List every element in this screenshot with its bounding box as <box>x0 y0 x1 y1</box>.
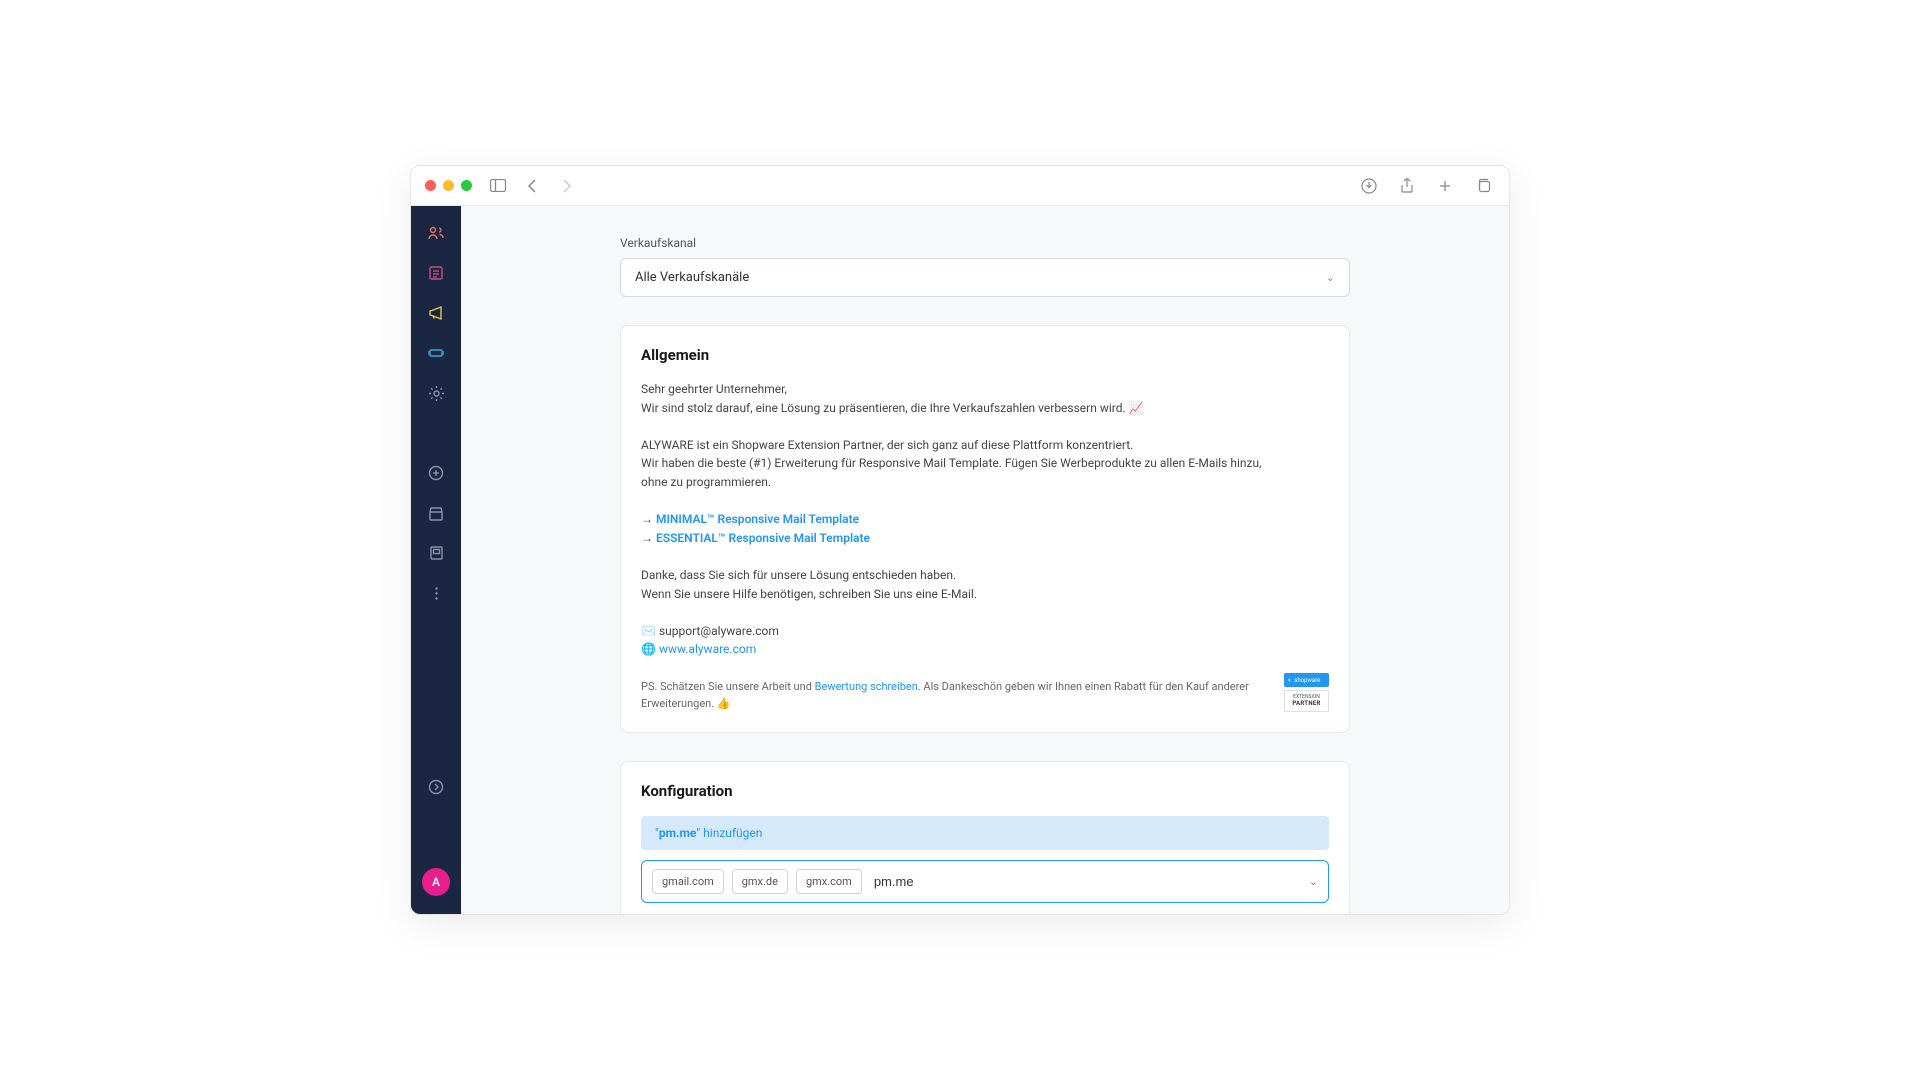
domain-tag[interactable]: gmx.de <box>732 869 788 894</box>
para2-text: Wir haben die beste (#1) Erweiterung für… <box>641 454 1264 491</box>
thanks2-text: Wenn Sie unsere Hilfe benötigen, schreib… <box>641 585 1264 604</box>
para1-text: ALYWARE ist ein Shopware Extension Partn… <box>641 436 1264 455</box>
sales-channel-label: Verkaufskanal <box>620 236 1350 250</box>
chevron-down-icon: ⌄ <box>1326 271 1335 284</box>
sales-channel-value: Alle Verkaufskanäle <box>635 270 749 285</box>
intro-text: Wir sind stolz darauf, eine Lösung zu pr… <box>641 399 1264 418</box>
general-heading: Allgemein <box>641 346 1329 364</box>
minimize-window-button[interactable] <box>443 180 454 191</box>
traffic-lights <box>425 180 472 191</box>
customers-icon[interactable] <box>427 224 445 242</box>
ps-text: PS. Schätzen Sie unsere Arbeit und Bewer… <box>641 678 1264 712</box>
support-email: support@alyware.com <box>659 624 779 638</box>
mail-icon: ✉️ <box>641 624 656 638</box>
config-heading: Konfiguration <box>641 782 1329 800</box>
content-area: Verkaufskanal Alle Verkaufskanäle ⌄ Allg… <box>461 206 1509 914</box>
shopware-badge-top: ◐shopware <box>1284 673 1329 687</box>
greeting-text: Sehr geehrter Unternehmer, <box>641 380 1264 399</box>
chevron-down-icon: ⌄ <box>1309 875 1318 888</box>
thanks1-text: Danke, dass Sie sich für unsere Lösung e… <box>641 566 1264 585</box>
domain-tag[interactable]: gmx.com <box>796 869 862 894</box>
titlebar <box>411 166 1509 206</box>
app-window: A Verkaufskanal Alle Verkaufskanäle ⌄ Al… <box>410 165 1510 915</box>
download-icon[interactable] <box>1357 174 1381 198</box>
partner-badge: ◐shopware EXTENSIONPARTNER <box>1284 673 1329 711</box>
review-link[interactable]: Bewertung schreiben <box>815 680 918 693</box>
shop-icon[interactable] <box>427 504 445 522</box>
back-button[interactable] <box>520 174 544 198</box>
tabs-icon[interactable] <box>1471 174 1495 198</box>
shopware-badge-bottom: EXTENSIONPARTNER <box>1284 690 1329 711</box>
close-window-button[interactable] <box>425 180 436 191</box>
marketing-icon[interactable] <box>427 304 445 322</box>
sidebar: A <box>411 206 461 914</box>
minimal-template-link[interactable]: MINIMAL™ Responsive Mail Template <box>656 512 859 526</box>
config-card: Konfiguration "pm.me" hinzufügen gmail.c… <box>620 761 1350 914</box>
website-link[interactable]: www.alyware.com <box>659 642 756 656</box>
globe-icon: 🌐 <box>641 642 656 656</box>
extensions-icon[interactable] <box>427 344 445 362</box>
add-icon[interactable] <box>427 464 445 482</box>
domain-tag[interactable]: gmail.com <box>652 869 724 894</box>
add-suggestion-option[interactable]: "pm.me" hinzufügen <box>641 816 1329 850</box>
forward-button[interactable] <box>554 174 578 198</box>
collapse-icon[interactable] <box>427 778 445 796</box>
sales-channel-select[interactable]: Alle Verkaufskanäle ⌄ <box>620 258 1350 297</box>
content-icon[interactable] <box>427 264 445 282</box>
general-card: Allgemein Sehr geehrter Unternehmer, Wir… <box>620 325 1350 733</box>
new-tab-icon[interactable] <box>1433 174 1457 198</box>
share-icon[interactable] <box>1395 174 1419 198</box>
settings-icon[interactable] <box>427 384 445 402</box>
more-menu-icon[interactable] <box>427 584 445 602</box>
maximize-window-button[interactable] <box>461 180 472 191</box>
essential-template-link[interactable]: ESSENTIAL™ Responsive Mail Template <box>656 531 870 545</box>
domain-input[interactable] <box>870 870 1301 893</box>
domain-multiselect[interactable]: gmail.com gmx.de gmx.com ⌄ <box>641 860 1329 903</box>
avatar[interactable]: A <box>422 868 450 896</box>
catalogues-icon[interactable] <box>427 544 445 562</box>
sidebar-toggle-icon[interactable] <box>486 174 510 198</box>
